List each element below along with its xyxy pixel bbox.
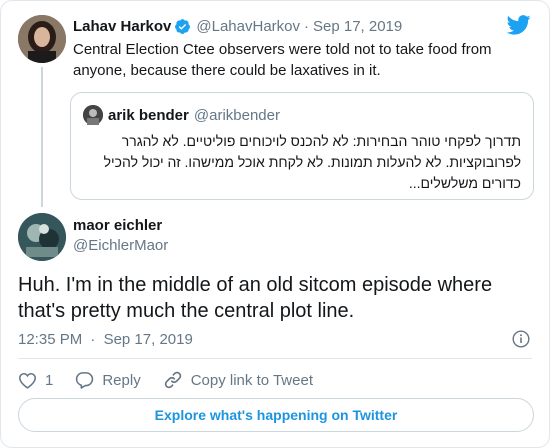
like-button[interactable]: 1 (18, 372, 53, 389)
embedded-tweet-card: Lahav Harkov @LahavHarkov · Sep 17, 2019… (0, 0, 550, 448)
divider (18, 358, 532, 359)
copy-link-label: Copy link to Tweet (190, 371, 313, 389)
explore-label: Explore what's happening on Twitter (154, 407, 398, 423)
quoted-author-name: arik bender (108, 106, 189, 124)
reply-label: Reply (102, 371, 141, 389)
reply-author-handle[interactable]: @EichlerMaor (73, 237, 168, 254)
quoted-tweet[interactable]: arik bender @arikbender תדרוך לפקחי טוהר… (70, 92, 534, 200)
separator-dot: · (304, 17, 309, 35)
tweet-text: Central Election Ctee observers were tol… (73, 41, 492, 79)
tweet-time: 12:35 PM (18, 331, 83, 348)
heart-icon (18, 372, 37, 389)
twitter-bird-icon[interactable] (506, 15, 531, 35)
quoted-author-avatar (83, 105, 103, 125)
reply-author-name[interactable]: maor eichler (73, 217, 162, 234)
avatar-lahav-harkov[interactable] (18, 15, 66, 63)
explore-twitter-button[interactable]: Explore what's happening on Twitter (18, 398, 534, 432)
author-handle[interactable]: @LahavHarkov (196, 18, 300, 35)
quoted-author-handle: @arikbender (193, 106, 280, 124)
tweet-date: Sep 17, 2019 (103, 331, 193, 348)
tweet-actions: 1 Reply Copy link to Tweet (18, 369, 335, 391)
link-icon (164, 371, 181, 389)
tweet-timestamp[interactable]: 12:35 PM · Sep 17, 2019 (18, 331, 193, 348)
info-icon[interactable] (512, 330, 530, 348)
copy-link-button[interactable]: Copy link to Tweet (163, 370, 313, 390)
separator-dot: · (90, 331, 96, 348)
reply-icon (76, 372, 94, 389)
tweet-header: Lahav Harkov @LahavHarkov · Sep 17, 2019 (73, 15, 402, 37)
quoted-tweet-header: arik bender @arikbender (83, 105, 280, 125)
verified-badge-icon (174, 18, 191, 35)
quoted-tweet-text: תדרוך לפקחי טוהר הבחירות: לא להכנס לויכו… (103, 133, 521, 191)
avatar-maor-eichler[interactable] (18, 213, 66, 261)
tweet-date[interactable]: Sep 17, 2019 (313, 18, 402, 35)
author-name[interactable]: Lahav Harkov (73, 18, 171, 35)
reply-button[interactable]: Reply (75, 371, 141, 389)
reply-tweet-text: Huh. I'm in the middle of an old sitcom … (18, 274, 493, 322)
thread-connector-line (41, 67, 43, 207)
like-count: 1 (45, 371, 54, 389)
